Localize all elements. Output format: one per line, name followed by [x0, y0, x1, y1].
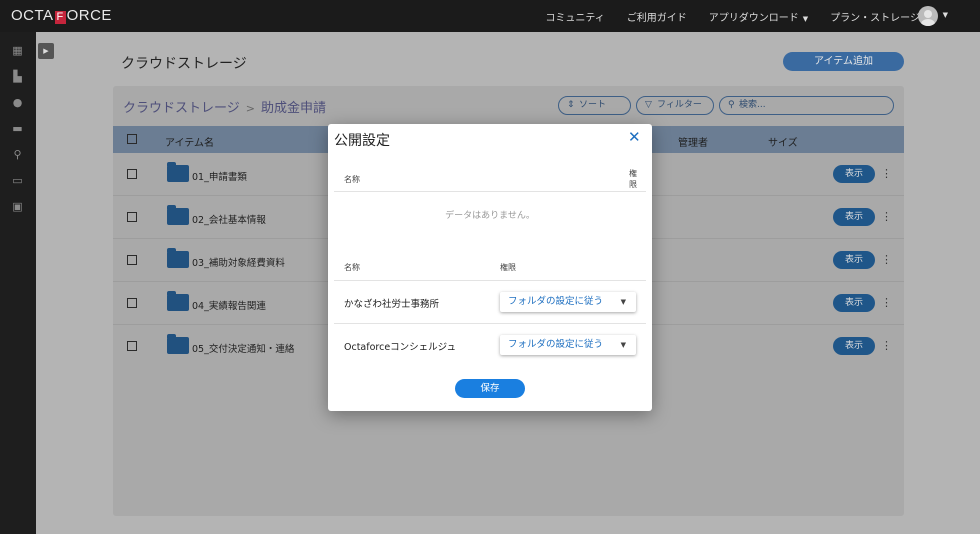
permission-select-value: フォルダの設定に従う: [508, 296, 604, 307]
folder-icon: [167, 205, 189, 225]
row-checkbox[interactable]: [127, 298, 137, 308]
column-header-permission: 権限: [500, 263, 516, 272]
dashboard-icon[interactable]: ▦: [11, 45, 24, 57]
octaforce-logo[interactable]: OCTA F ORCE: [11, 7, 112, 24]
column-header-size[interactable]: サイズ: [768, 134, 798, 149]
filter-icon: ▽: [645, 100, 652, 110]
view-button[interactable]: 表示: [833, 251, 875, 269]
divider: [334, 323, 646, 324]
logo-mark: F: [54, 11, 66, 24]
breadcrumb: クラウドストレージ > 助成金申請: [123, 97, 326, 116]
close-icon[interactable]: ✕: [628, 129, 641, 145]
view-button[interactable]: 表示: [833, 294, 875, 312]
view-button[interactable]: 表示: [833, 165, 875, 183]
more-menu-icon[interactable]: ⋮: [881, 252, 892, 268]
folder-icon: [167, 291, 189, 311]
caret-down-icon: ▼: [620, 298, 626, 306]
column-header-permission-bottom: 限: [629, 180, 637, 189]
breadcrumb-root[interactable]: クラウドストレージ: [123, 101, 240, 116]
sort-button[interactable]: ⇕ ソート: [558, 96, 631, 115]
row-name[interactable]: 04_実績報告関連: [192, 298, 266, 312]
entry-name: かなざわ社労士事務所: [344, 299, 440, 310]
add-item-button[interactable]: アイテム追加: [783, 52, 904, 71]
folder-icon: [167, 248, 189, 268]
archive-icon[interactable]: ▬: [11, 123, 24, 135]
entry-name: Octaforceコンシェルジュ: [344, 342, 457, 353]
card-icon[interactable]: ▭: [11, 175, 24, 187]
chat-icon[interactable]: ●: [11, 97, 24, 109]
page-title: クラウドストレージ: [121, 56, 247, 72]
sort-label: ソート: [579, 100, 607, 110]
save-button[interactable]: 保存: [455, 379, 525, 398]
nav-guide[interactable]: ご利用ガイド: [627, 9, 687, 24]
logo-text-right: ORCE: [66, 7, 112, 24]
search-input[interactable]: ⚲ 検索...: [719, 96, 894, 115]
sidebar-toggle-button[interactable]: ▶: [38, 43, 54, 59]
chevron-down-icon: ▼: [802, 14, 809, 23]
sort-icon: ⇕: [567, 100, 575, 110]
publish-settings-dialog: 公開設定 ✕ 名称 権 限 データはありません。 名称 権限 かなざわ社労士事務…: [328, 124, 652, 411]
divider: [334, 280, 646, 281]
nav-app-download[interactable]: アプリダウンロード ▼: [709, 9, 808, 24]
more-menu-icon[interactable]: ⋮: [881, 338, 892, 354]
row-checkbox[interactable]: [127, 212, 137, 222]
empty-state-text: データはありません。: [445, 211, 535, 221]
column-header-permission-top: 権: [629, 169, 637, 178]
contact-icon[interactable]: ▣: [11, 201, 24, 213]
row-checkbox[interactable]: [127, 341, 137, 351]
filter-label: フィルター: [657, 100, 702, 110]
row-checkbox[interactable]: [127, 255, 137, 265]
top-bar: OCTA F ORCE コミュニティ ご利用ガイド アプリダウンロード ▼ プラン・ス…: [0, 0, 980, 32]
book-icon[interactable]: ▙: [11, 71, 24, 83]
column-header-manager[interactable]: 管理者: [678, 134, 708, 149]
more-menu-icon[interactable]: ⋮: [881, 295, 892, 311]
view-button[interactable]: 表示: [833, 337, 875, 355]
permission-select[interactable]: フォルダの設定に従う ▼: [500, 335, 636, 355]
nav-plan-storage[interactable]: プラン・ストレージ: [830, 9, 920, 24]
nav-app-download-label: アプリダウンロード: [708, 12, 799, 24]
logo-text-left: OCTA: [11, 7, 54, 24]
avatar[interactable]: [918, 6, 938, 26]
folder-icon: [167, 334, 189, 354]
row-name[interactable]: 03_補助対象経費資料: [192, 255, 285, 269]
caret-down-icon: ▼: [620, 341, 626, 349]
filter-button[interactable]: ▽ フィルター: [636, 96, 714, 115]
breadcrumb-separator: >: [245, 102, 255, 115]
search-placeholder: 検索...: [739, 100, 766, 110]
chevron-down-icon[interactable]: ▼: [943, 11, 948, 19]
sidebar: ▦ ▙ ● ▬ ⚲ ▭ ▣: [0, 32, 36, 534]
column-header-name[interactable]: アイテム名: [165, 134, 214, 149]
row-name[interactable]: 01_申請書類: [192, 169, 247, 183]
breadcrumb-current: 助成金申請: [260, 101, 326, 116]
dialog-title: 公開設定: [334, 133, 390, 149]
search-icon[interactable]: ⚲: [11, 149, 24, 161]
folder-icon: [167, 162, 189, 182]
more-menu-icon[interactable]: ⋮: [881, 209, 892, 225]
divider: [334, 191, 646, 192]
permission-select[interactable]: フォルダの設定に従う ▼: [500, 292, 636, 312]
row-name[interactable]: 02_会社基本情報: [192, 212, 266, 226]
search-icon: ⚲: [728, 100, 735, 110]
permission-select-value: フォルダの設定に従う: [508, 339, 604, 350]
more-menu-icon[interactable]: ⋮: [881, 166, 892, 182]
select-all-checkbox[interactable]: [127, 134, 137, 144]
column-header-name: 名称: [344, 263, 360, 272]
top-nav: コミュニティ ご利用ガイド アプリダウンロード ▼ プラン・ストレージ: [545, 0, 920, 32]
row-checkbox[interactable]: [127, 169, 137, 179]
nav-community[interactable]: コミュニティ: [545, 9, 604, 24]
row-name[interactable]: 05_交付決定通知・連絡: [192, 341, 294, 355]
view-button[interactable]: 表示: [833, 208, 875, 226]
column-header-name: 名称: [344, 175, 360, 184]
